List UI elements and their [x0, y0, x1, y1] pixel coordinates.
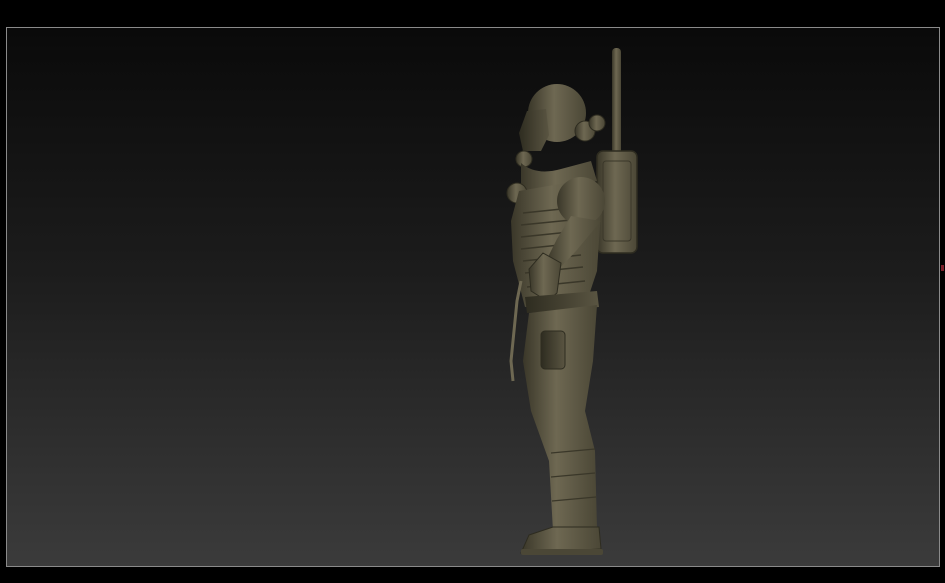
antenna — [612, 48, 621, 158]
chain — [509, 280, 523, 382]
document-viewport[interactable] — [6, 27, 940, 567]
figure-sculpt-model[interactable] — [7, 28, 939, 566]
edge-marker — [941, 265, 944, 271]
gas-mask — [519, 109, 549, 151]
